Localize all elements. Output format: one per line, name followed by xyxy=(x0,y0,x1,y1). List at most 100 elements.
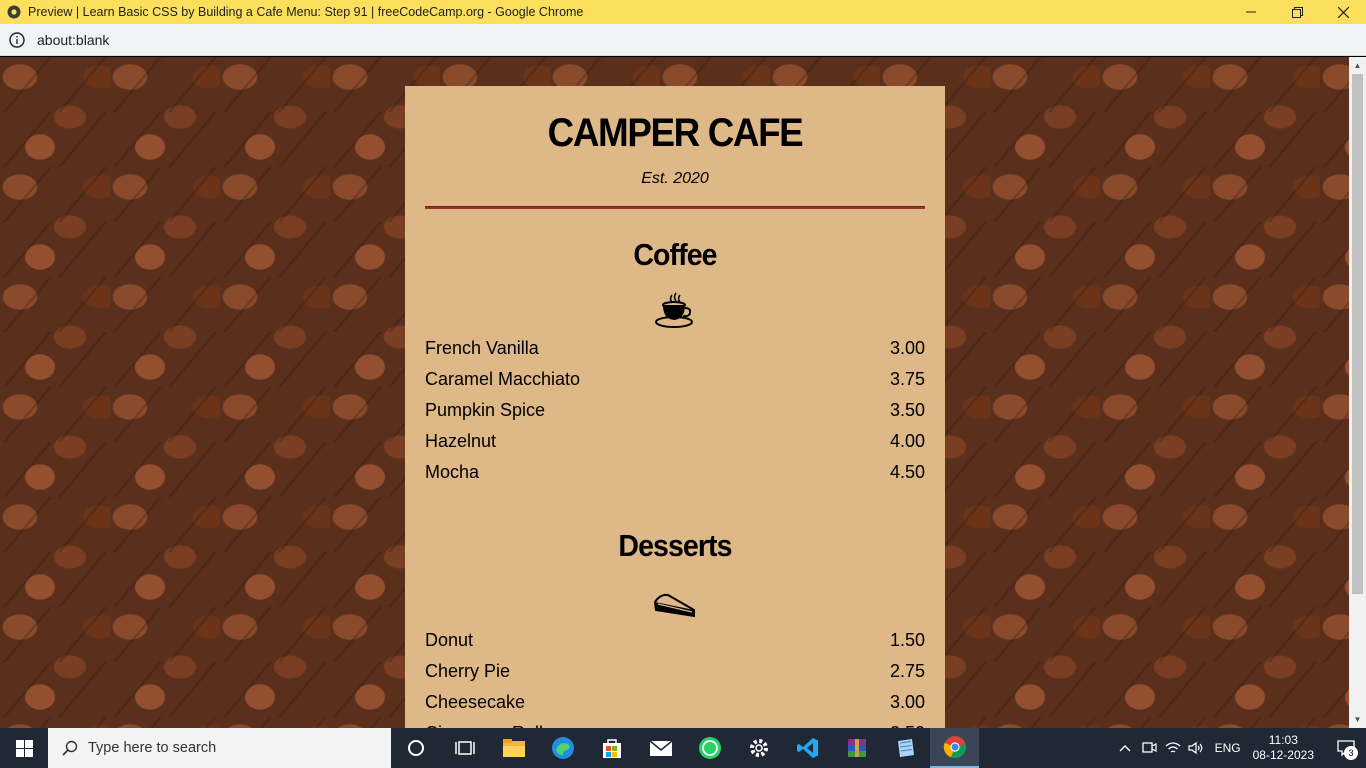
chrome-button[interactable] xyxy=(930,728,979,768)
item-price: 2.75 xyxy=(889,661,925,681)
search-placeholder: Type here to search xyxy=(88,740,217,756)
close-icon xyxy=(1337,6,1349,18)
list-item: Donut 1.50 xyxy=(425,625,925,656)
pie-slice-icon xyxy=(653,593,695,618)
winrar-button[interactable] xyxy=(832,728,881,768)
coffee-section-title: Coffee xyxy=(633,237,717,272)
list-item: Cherry Pie 2.75 xyxy=(425,656,925,687)
established-text: Est. 2020 xyxy=(641,170,709,187)
desserts-section-title: Desserts xyxy=(618,528,732,563)
vscode-icon xyxy=(796,738,818,758)
start-button[interactable] xyxy=(0,728,48,768)
volume-button[interactable] xyxy=(1185,728,1209,768)
edge-icon xyxy=(551,737,574,759)
task-view-icon xyxy=(454,741,475,755)
taskbar-search[interactable]: Type here to search xyxy=(48,728,391,768)
file-explorer-icon xyxy=(502,739,525,757)
cortana-icon xyxy=(407,740,424,756)
coffee-cup-icon xyxy=(655,292,693,328)
show-hidden-icons-button[interactable] xyxy=(1113,728,1137,768)
item-name: French Vanilla xyxy=(425,338,539,358)
item-name: Donut xyxy=(425,630,474,650)
item-price: 3.00 xyxy=(889,338,925,358)
scroll-up-icon[interactable]: ▲ xyxy=(1349,57,1366,74)
chrome-icon xyxy=(943,736,966,759)
cafe-menu: CAMPER CAFE Est. 2020 Coffee French Vani… xyxy=(405,86,945,728)
list-item: Hazelnut 4.00 xyxy=(425,426,925,457)
item-name: Cherry Pie xyxy=(425,661,511,681)
whatsapp-button[interactable] xyxy=(685,728,734,768)
task-view-button[interactable] xyxy=(440,728,489,768)
file-explorer-button[interactable] xyxy=(489,728,538,768)
windows-logo-icon xyxy=(15,739,33,757)
mail-icon xyxy=(649,740,672,756)
item-name: Cinnamon Roll xyxy=(425,718,543,728)
search-icon xyxy=(62,740,78,756)
mail-button[interactable] xyxy=(636,728,685,768)
notification-badge: 3 xyxy=(1344,746,1358,760)
system-tray: ENG 11:03 08-12-2023 3 xyxy=(1113,728,1366,768)
store-button[interactable] xyxy=(587,728,636,768)
minimize-button[interactable] xyxy=(1228,0,1274,24)
cafe-name: CAMPER CAFE xyxy=(547,111,804,155)
chrome-preview-icon xyxy=(7,5,21,19)
item-price: 4.00 xyxy=(889,431,925,451)
winrar-icon xyxy=(847,739,866,757)
speaker-icon xyxy=(1187,741,1202,755)
restore-button[interactable] xyxy=(1274,0,1320,24)
dessert-list: Donut 1.50 Cherry Pie 2.75 Cheesecake 3.00 … xyxy=(425,625,925,728)
wifi-icon xyxy=(1165,742,1181,753)
list-item: Pumpkin Spice 3.50 xyxy=(425,395,925,426)
settings-button[interactable] xyxy=(734,728,783,768)
restore-icon xyxy=(1291,6,1303,18)
clock[interactable]: 11:03 08-12-2023 xyxy=(1253,733,1314,763)
cortana-button[interactable] xyxy=(391,728,440,768)
item-price: 3.50 xyxy=(889,400,925,420)
window-titlebar: Preview | Learn Basic CSS by Building a … xyxy=(0,0,1366,24)
chevron-up-icon xyxy=(1119,745,1131,752)
item-name: Mocha xyxy=(425,462,480,482)
scroll-down-icon[interactable]: ▼ xyxy=(1349,711,1366,728)
item-price: 4.50 xyxy=(889,462,925,482)
network-button[interactable] xyxy=(1161,728,1185,768)
notepad-icon xyxy=(897,739,914,757)
item-price: 2.50 xyxy=(890,718,925,728)
whatsapp-icon xyxy=(698,737,721,759)
page-scrollbar[interactable]: ▲ ▼ xyxy=(1349,57,1366,728)
settings-icon xyxy=(749,739,768,757)
page-viewport: CAMPER CAFE Est. 2020 Coffee French Vani… xyxy=(0,57,1366,728)
item-name: Cheesecake xyxy=(425,692,526,712)
action-center-button[interactable]: 3 xyxy=(1326,728,1366,768)
clock-time: 11:03 xyxy=(1268,733,1298,747)
language-indicator[interactable]: ENG xyxy=(1215,741,1241,755)
info-icon[interactable] xyxy=(9,31,25,48)
notepad-button[interactable] xyxy=(881,728,930,768)
coffee-icon-wrapper xyxy=(425,289,925,333)
meet-now-button[interactable] xyxy=(1137,728,1161,768)
camera-icon xyxy=(1141,742,1157,753)
coffee-list: French Vanilla 3.00 Caramel Macchiato 3.75… xyxy=(425,333,925,488)
close-button[interactable] xyxy=(1320,0,1366,24)
divider xyxy=(425,206,925,209)
clock-date: 08-12-2023 xyxy=(1252,748,1314,762)
item-name: Pumpkin Spice xyxy=(425,400,546,420)
item-name: Hazelnut xyxy=(425,431,497,451)
item-price: 3.00 xyxy=(889,692,925,712)
window-title: Preview | Learn Basic CSS by Building a … xyxy=(28,5,584,19)
scrollbar-thumb[interactable] xyxy=(1352,74,1363,594)
list-item: Cheesecake 3.00 xyxy=(425,687,925,718)
edge-button[interactable] xyxy=(538,728,587,768)
vscode-button[interactable] xyxy=(783,728,832,768)
windows-taskbar: Type here to search ENG 11:03 08-12-2023… xyxy=(0,728,1366,768)
address-bar[interactable]: about:blank xyxy=(0,24,1366,56)
list-item: Caramel Macchiato 3.75 xyxy=(425,364,925,395)
list-item: French Vanilla 3.00 xyxy=(425,333,925,364)
item-price: 1.50 xyxy=(889,630,925,650)
minimize-icon xyxy=(1246,11,1256,13)
list-item: Cinnamon Roll 2.50 xyxy=(425,718,925,728)
item-price: 3.75 xyxy=(889,369,925,389)
url-text[interactable]: about:blank xyxy=(37,32,109,48)
item-name: Caramel Macchiato xyxy=(425,369,581,389)
store-icon xyxy=(602,739,621,758)
list-item: Mocha 4.50 xyxy=(425,457,925,488)
